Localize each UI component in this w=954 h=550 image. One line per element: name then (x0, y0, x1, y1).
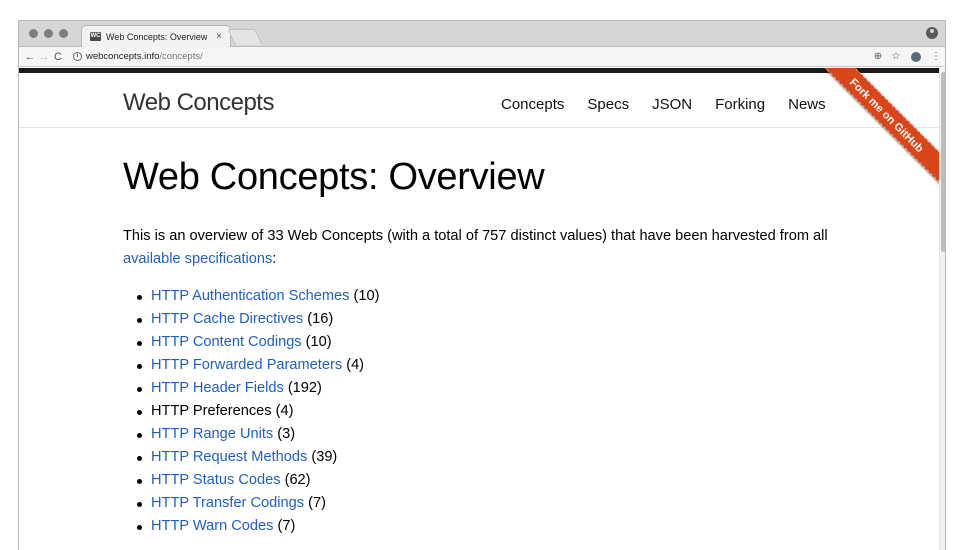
site-nav: Concepts Specs JSON Forking News (501, 96, 826, 113)
concept-link[interactable]: HTTP Cache Directives (151, 311, 303, 327)
page-title: Web Concepts: Overview (123, 156, 545, 198)
browser-tab[interactable]: WC Web Concepts: Overview × (81, 25, 231, 47)
nav-forking[interactable]: Forking (715, 96, 765, 113)
concept-count: (4) (346, 357, 365, 373)
concept-link[interactable]: HTTP Transfer Codings (151, 495, 304, 511)
list-item: HTTP Transfer Codings (7) (137, 492, 843, 515)
address-bar[interactable]: webconcepts.info/concepts/ (86, 51, 869, 62)
info-icon[interactable]: i (73, 52, 82, 61)
list-item: HTTP Warn Codes (7) (137, 515, 843, 538)
nav-json[interactable]: JSON (652, 96, 692, 113)
list-item: HTTP Header Fields (192) (137, 377, 843, 400)
specifications-link[interactable]: available specifications (123, 251, 272, 267)
concept-count: (7) (308, 495, 326, 511)
back-arrow-icon[interactable]: ← (23, 51, 37, 63)
concept-count: (16) (307, 311, 334, 327)
concept-count: (192) (287, 380, 322, 396)
concept-list: HTTP Authentication Schemes (10) HTTP Cac… (123, 285, 843, 538)
intro-text: This is an overview of 33 Web Concepts (… (123, 228, 828, 244)
nav-concepts[interactable]: Concepts (501, 96, 564, 113)
list-item: HTTP Preferences (4) (137, 400, 843, 423)
fork-ribbon-container: Fork me on GitHub (799, 68, 939, 208)
concept-link[interactable]: HTTP Content Codings (151, 334, 302, 350)
list-item: HTTP Range Units (3) (137, 423, 843, 446)
url-host: webconcepts.info (86, 51, 160, 62)
menu-icon[interactable]: ⋮ (927, 51, 945, 62)
intro-paragraph: This is an overview of 33 Web Concepts (… (123, 225, 843, 271)
favicon-icon: WC (90, 32, 101, 41)
scrollbar-thumb[interactable] (941, 72, 945, 252)
concept-count: (39) (311, 449, 338, 465)
list-item: HTTP Forwarded Parameters (4) (137, 354, 843, 377)
list-item: HTTP Cache Directives (16) (137, 308, 843, 331)
concept-link[interactable]: HTTP Header Fields (151, 380, 284, 396)
list-item: HTTP Request Methods (39) (137, 446, 843, 469)
concept-count: (10) (305, 334, 332, 350)
window-controls (29, 29, 68, 38)
concept-count: (10) (353, 288, 380, 304)
web-page: Web Concepts Concepts Specs JSON Forking… (19, 68, 939, 550)
forward-arrow-icon[interactable]: → (37, 51, 51, 63)
zoom-icon[interactable]: ⊕ (869, 51, 887, 62)
maximize-window-button[interactable] (59, 29, 68, 38)
bookmark-star-icon[interactable]: ☆ (887, 51, 905, 62)
site-logo[interactable]: Web Concepts (123, 89, 274, 117)
concept-link[interactable]: HTTP Range Units (151, 426, 273, 442)
concept-link[interactable]: HTTP Warn Codes (151, 518, 273, 534)
new-tab-button[interactable] (227, 29, 263, 45)
concept-link[interactable]: HTTP Forwarded Parameters (151, 357, 342, 373)
reload-icon[interactable]: C (51, 51, 65, 63)
concept-link[interactable]: HTTP Request Methods (151, 449, 307, 465)
url-path: /concepts/ (159, 51, 203, 62)
tab-close-icon[interactable]: × (212, 31, 226, 42)
concept-link: HTTP Preferences (151, 403, 272, 419)
close-window-button[interactable] (29, 29, 38, 38)
profile-icon[interactable] (926, 27, 938, 39)
extension-icon[interactable] (911, 51, 921, 62)
concept-link[interactable]: HTTP Status Codes (151, 472, 281, 488)
list-item: HTTP Authentication Schemes (10) (137, 285, 843, 308)
intro-suffix: : (272, 251, 277, 267)
list-item: HTTP Content Codings (10) (137, 331, 843, 354)
concept-count: (7) (277, 518, 296, 534)
concept-count: (4) (275, 403, 294, 419)
minimize-window-button[interactable] (44, 29, 53, 38)
browser-window: WC Web Concepts: Overview × ← → C i webc… (18, 20, 946, 550)
concept-count: (3) (277, 426, 296, 442)
concept-count: (62) (284, 472, 311, 488)
tab-strip: WC Web Concepts: Overview × (19, 21, 945, 47)
browser-toolbar: ← → C i webconcepts.info/concepts/ ⊕ ☆ ⋮ (19, 47, 945, 67)
tab-title: Web Concepts: Overview (106, 31, 208, 42)
vertical-scrollbar[interactable] (939, 68, 945, 550)
main-content: Web Concepts: Overview This is an overvi… (123, 156, 843, 538)
list-item: HTTP Status Codes (62) (137, 469, 843, 492)
concept-link[interactable]: HTTP Authentication Schemes (151, 288, 349, 304)
nav-specs[interactable]: Specs (587, 96, 629, 113)
fork-me-ribbon[interactable]: Fork me on GitHub (808, 68, 939, 194)
